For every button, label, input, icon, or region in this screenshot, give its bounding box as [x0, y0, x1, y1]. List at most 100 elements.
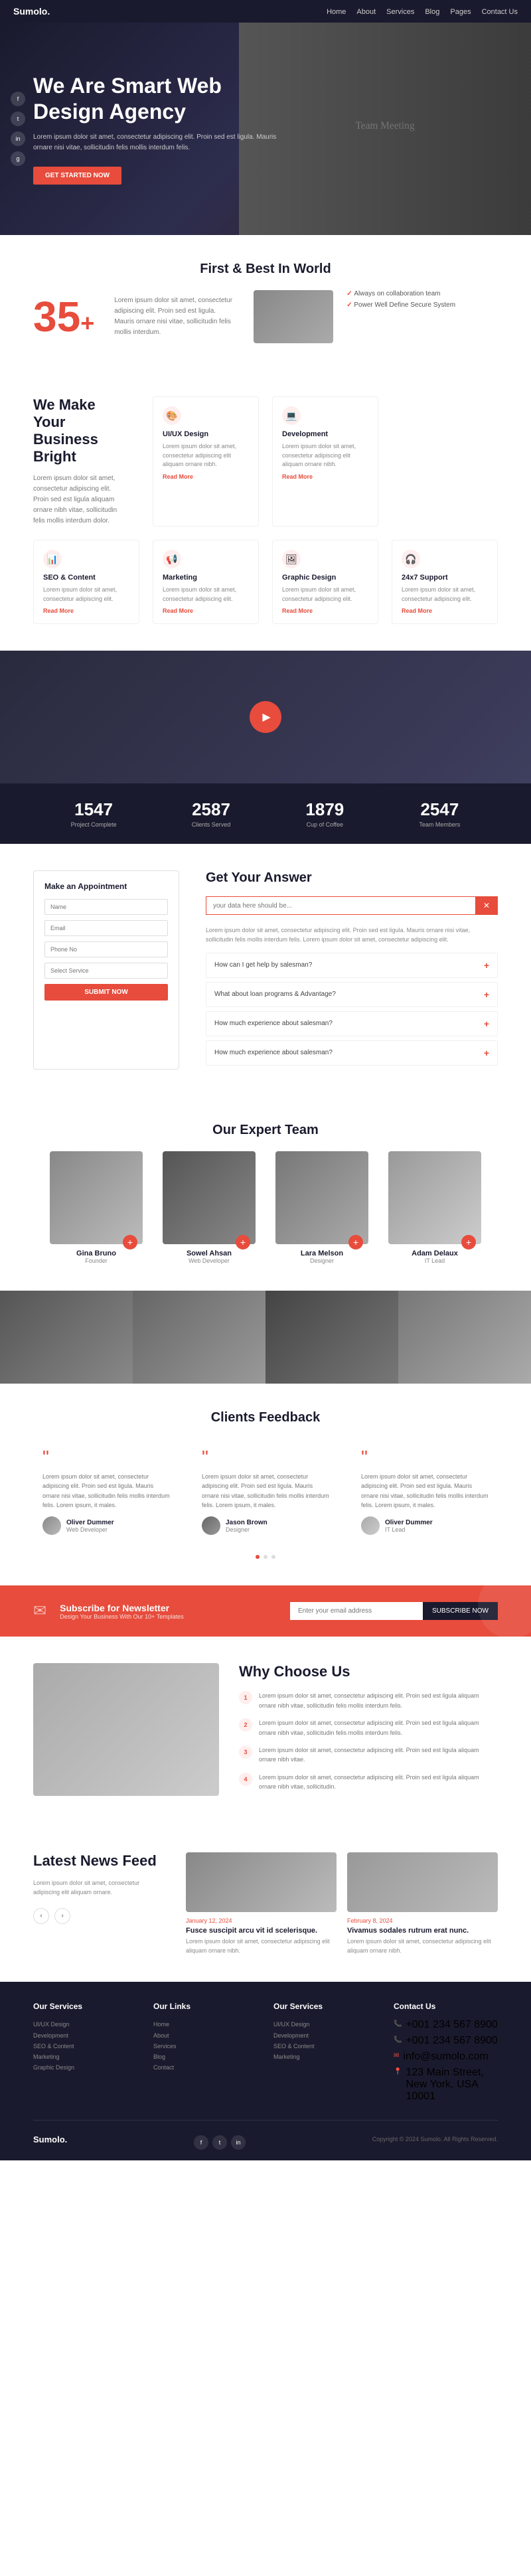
service-link-seo[interactable]: Read More — [43, 607, 129, 614]
footer-service-2[interactable]: Development — [33, 2030, 137, 2041]
team-plus-adam[interactable]: + — [461, 1235, 476, 1249]
service-link-graphic[interactable]: Read More — [282, 607, 368, 614]
footer-service2-2[interactable]: Development — [273, 2030, 378, 2041]
nav-home[interactable]: Home — [327, 8, 346, 16]
feedback-author-3: Oliver Dummer IT Lead — [361, 1516, 489, 1535]
footer-link-blog[interactable]: Blog — [153, 2052, 258, 2062]
portfolio-item-4[interactable] — [398, 1291, 531, 1384]
phone-icon-2: 📞 — [394, 2036, 402, 2044]
service-link-uiux[interactable]: Read More — [163, 473, 249, 480]
service-link-support[interactable]: Read More — [402, 607, 488, 614]
footer-link-about[interactable]: About — [153, 2030, 258, 2041]
footer-service2-3[interactable]: SEO & Content — [273, 2041, 378, 2052]
service-link-dev[interactable]: Read More — [282, 473, 368, 480]
appointment-submit-button[interactable]: SUBMIT NOW — [44, 984, 168, 1001]
footer-twitter-icon[interactable]: t — [212, 2135, 227, 2150]
twitter-icon[interactable]: t — [11, 112, 25, 126]
footer-link-home[interactable]: Home — [153, 2019, 258, 2030]
service-name-support: 24x7 Support — [402, 574, 488, 582]
footer-linkedin-icon[interactable]: in — [231, 2135, 246, 2150]
newsletter-title: Subscribe for Newsletter — [60, 1603, 277, 1613]
team-role-adam: IT Lead — [385, 1257, 485, 1264]
author-name-3: Oliver Dummer — [385, 1519, 433, 1526]
why-num-4: 4 — [239, 1773, 252, 1786]
faq-item-4[interactable]: How much experience about salesman? + — [206, 1040, 498, 1066]
news-prev-button[interactable]: ‹ — [33, 1908, 49, 1924]
portfolio-item-2[interactable] — [133, 1291, 266, 1384]
team-plus-lara[interactable]: + — [348, 1235, 363, 1249]
footer-social: f t in — [194, 2135, 246, 2150]
footer-link-contact[interactable]: Contact — [153, 2062, 258, 2073]
team-name-adam: Adam Delaux — [385, 1249, 485, 1257]
why-content: Why Choose Us 1 Lorem ipsum dolor sit am… — [239, 1663, 498, 1799]
footer-logo[interactable]: Sumolo. — [33, 2134, 67, 2144]
why-item-4: 4 Lorem ipsum dolor sit amet, consectetu… — [239, 1773, 498, 1792]
faq-question-4: How much experience about salesman? — [214, 1049, 333, 1056]
why-num-3: 3 — [239, 1745, 252, 1759]
footer-facebook-icon[interactable]: f — [194, 2135, 208, 2150]
mail-icon: ✉ — [33, 1601, 46, 1621]
stat-label-team: Team Members — [419, 821, 460, 828]
faq-expand-icon-1: + — [484, 960, 489, 971]
team-plus-sowel[interactable]: + — [236, 1235, 250, 1249]
nav-contact[interactable]: Contact Us — [482, 8, 518, 16]
footer-phone-1: 📞 +001 234 567 8900 — [394, 2019, 498, 2031]
nav-about[interactable]: About — [356, 8, 376, 16]
footer-bottom: Sumolo. f t in Copyright © 2024 Sumolo. … — [33, 2120, 498, 2150]
footer-service2-1[interactable]: UI/UX Design — [273, 2019, 378, 2030]
footer-service-5[interactable]: Graphic Design — [33, 2062, 137, 2073]
play-button[interactable] — [250, 701, 281, 733]
quote-icon-3: " — [361, 1448, 489, 1467]
team-card-gina: + Gina Bruno Founder — [46, 1151, 146, 1264]
footer-service-1[interactable]: UI/UX Design — [33, 2019, 137, 2030]
why-text-3: Lorem ipsum dolor sit amet, consectetur … — [259, 1745, 498, 1765]
author-info-2: Jason Brown Designer — [226, 1519, 267, 1533]
footer-link-services[interactable]: Services — [153, 2041, 258, 2052]
quote-icon-1: " — [42, 1448, 170, 1467]
why-item-1: 1 Lorem ipsum dolor sit amet, consectetu… — [239, 1691, 498, 1710]
portfolio-item-1[interactable] — [0, 1291, 133, 1384]
appointment-service-input[interactable] — [44, 963, 168, 979]
service-card-seo: 📊 SEO & Content Lorem ipsum dolor sit am… — [33, 540, 139, 624]
news-card-desc-2: Lorem ipsum dolor sit amet, consectetur … — [347, 1937, 498, 1955]
faq-item-2[interactable]: What about loan programs & Advantage? + — [206, 982, 498, 1007]
team-plus-gina[interactable]: + — [123, 1235, 137, 1249]
footer-service2-4[interactable]: Marketing — [273, 2052, 378, 2062]
business-description: Lorem ipsum dolor sit amet, consectetur … — [33, 473, 126, 526]
faq-search-input[interactable] — [206, 896, 475, 915]
dot-2[interactable] — [264, 1555, 267, 1559]
dot-3[interactable] — [271, 1555, 275, 1559]
facebook-icon[interactable]: f — [11, 92, 25, 106]
appointment-name-input[interactable] — [44, 899, 168, 915]
first-best-image — [254, 290, 333, 343]
service-link-marketing[interactable]: Read More — [163, 607, 249, 614]
footer-service-4[interactable]: Marketing — [33, 2052, 137, 2062]
linkedin-icon[interactable]: in — [11, 131, 25, 146]
service-card-marketing: 📢 Marketing Lorem ipsum dolor sit amet, … — [153, 540, 259, 624]
appointment-email-input[interactable] — [44, 920, 168, 936]
nav-blog[interactable]: Blog — [425, 8, 439, 16]
why-title: Why Choose Us — [239, 1663, 498, 1680]
team-card-lara: + Lara Melson Designer — [272, 1151, 372, 1264]
news-card-title-1[interactable]: Fusce suscipit arcu vit id scelerisque. — [186, 1927, 337, 1935]
newsletter-email-input[interactable] — [290, 1602, 423, 1620]
portfolio-item-3[interactable] — [266, 1291, 398, 1384]
google-icon[interactable]: g — [11, 151, 25, 166]
faq-search-button[interactable]: ✕ — [475, 896, 498, 915]
business-grid-bottom: 📊 SEO & Content Lorem ipsum dolor sit am… — [33, 540, 498, 624]
why-item-3: 3 Lorem ipsum dolor sit amet, consectetu… — [239, 1745, 498, 1765]
navbar-logo[interactable]: Sumolo. — [13, 6, 50, 17]
footer-service-3[interactable]: SEO & Content — [33, 2041, 137, 2052]
team-name-lara: Lara Melson — [272, 1249, 372, 1257]
faq-item-3[interactable]: How much experience about salesman? + — [206, 1011, 498, 1036]
nav-services[interactable]: Services — [386, 8, 414, 16]
author-info-3: Oliver Dummer IT Lead — [385, 1519, 433, 1533]
nav-pages[interactable]: Pages — [450, 8, 471, 16]
news-card-title-2[interactable]: Vivamus sodales rutrum erat nunc. — [347, 1927, 498, 1935]
faq-item-1[interactable]: How can I get help by salesman? + — [206, 953, 498, 978]
hero-cta-button[interactable]: GET STARTED NOW — [33, 167, 121, 185]
business-grid-top: We Make Your Business Bright Lorem ipsum… — [33, 396, 498, 526]
dot-1[interactable] — [256, 1555, 260, 1559]
news-next-button[interactable]: › — [54, 1908, 70, 1924]
appointment-phone-input[interactable] — [44, 941, 168, 957]
